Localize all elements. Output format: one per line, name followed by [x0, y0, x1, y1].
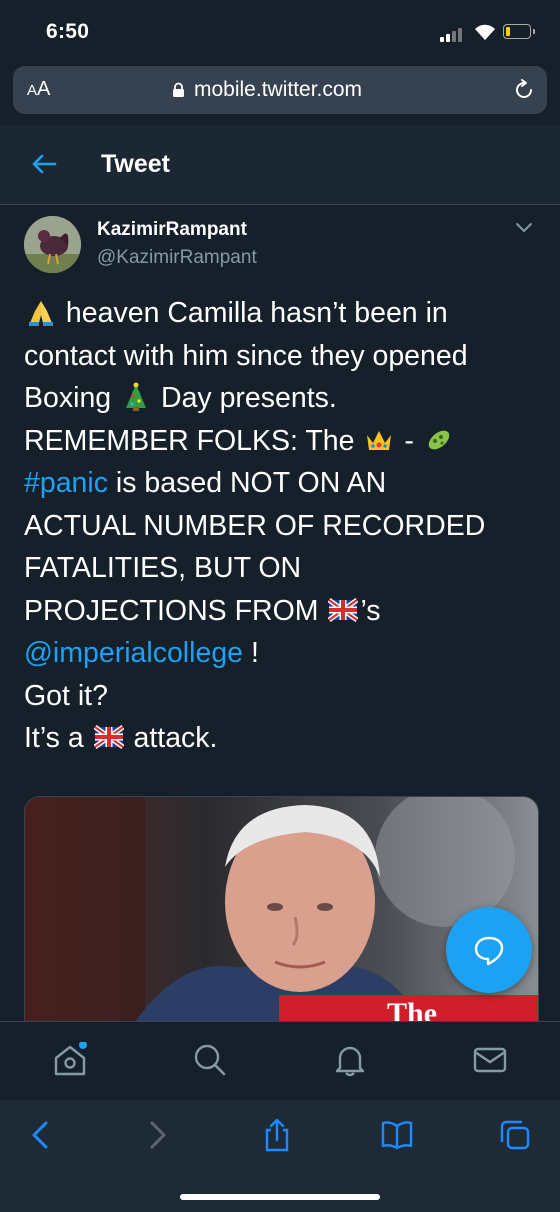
- bookmarks-icon[interactable]: [380, 1118, 414, 1152]
- tweet-line: It’s a attack.: [24, 722, 218, 754]
- mention-link[interactable]: @imperialcollege: [24, 637, 243, 669]
- reply-icon: [474, 936, 504, 966]
- hashtag-link[interactable]: #panic: [24, 467, 108, 499]
- wifi-icon: [475, 24, 495, 40]
- home-indicator: [180, 1194, 380, 1200]
- tweet-line: #panic is based NOT ON AN: [24, 467, 387, 499]
- christmas-tree-emoji: [126, 382, 147, 411]
- tweet-text: heaven Camilla hasn’t been in contact wi…: [24, 292, 544, 760]
- avatar[interactable]: [24, 216, 81, 273]
- folded-hands-emoji: [29, 301, 53, 326]
- lock-icon: [173, 82, 184, 97]
- reply-fab-button[interactable]: [446, 907, 532, 993]
- forward-icon[interactable]: [140, 1118, 174, 1152]
- tweet-line: PROJECTIONS FROM ’s: [24, 594, 381, 627]
- status-bar: 6:50: [0, 0, 560, 62]
- tabs-icon[interactable]: [498, 1118, 532, 1152]
- status-time: 6:50: [46, 20, 90, 43]
- tweet-line: Boxing Day presents.: [24, 382, 337, 414]
- tweet-line: @imperialcollege !: [24, 637, 259, 669]
- address-bar[interactable]: AA mobile.twitter.com: [13, 66, 547, 114]
- back-arrow-icon[interactable]: [31, 152, 57, 176]
- microbe-emoji: [428, 430, 449, 449]
- page-header: Tweet: [0, 126, 560, 205]
- back-icon[interactable]: [24, 1118, 58, 1152]
- messages-icon[interactable]: [472, 1042, 508, 1078]
- tweet-line: contact with him since they opened: [24, 339, 468, 372]
- tweet-line: REMEMBER FOLKS: The -: [24, 420, 544, 463]
- uk-flag-emoji: [93, 724, 124, 750]
- home-icon[interactable]: [52, 1042, 88, 1078]
- share-icon[interactable]: [260, 1118, 294, 1152]
- cellular-signal-icon: [440, 26, 466, 42]
- uk-flag-emoji: [328, 597, 359, 622]
- chevron-down-icon[interactable]: [514, 221, 534, 235]
- author-handle[interactable]: @KazimirRampant: [97, 247, 257, 269]
- reader-text-size-button[interactable]: AA: [27, 78, 50, 101]
- tweet-line: ACTUAL NUMBER OF RECORDED: [24, 509, 486, 542]
- battery-icon: [503, 24, 535, 39]
- notifications-icon[interactable]: [332, 1042, 368, 1078]
- search-icon[interactable]: [192, 1042, 228, 1078]
- page-title: Tweet: [101, 150, 170, 178]
- tweet-line: heaven Camilla hasn’t been in: [24, 292, 544, 335]
- tweet-line: FATALITIES, BUT ON: [24, 552, 302, 584]
- tweet-line: Got it?: [24, 679, 108, 712]
- reload-icon[interactable]: [512, 78, 536, 102]
- browser-address-area: AA mobile.twitter.com: [0, 62, 560, 126]
- url-text: mobile.twitter.com: [194, 78, 363, 101]
- author-name[interactable]: KazimirRampant: [97, 219, 247, 241]
- crown-emoji: [367, 430, 392, 450]
- bottom-navigation: [0, 1021, 560, 1101]
